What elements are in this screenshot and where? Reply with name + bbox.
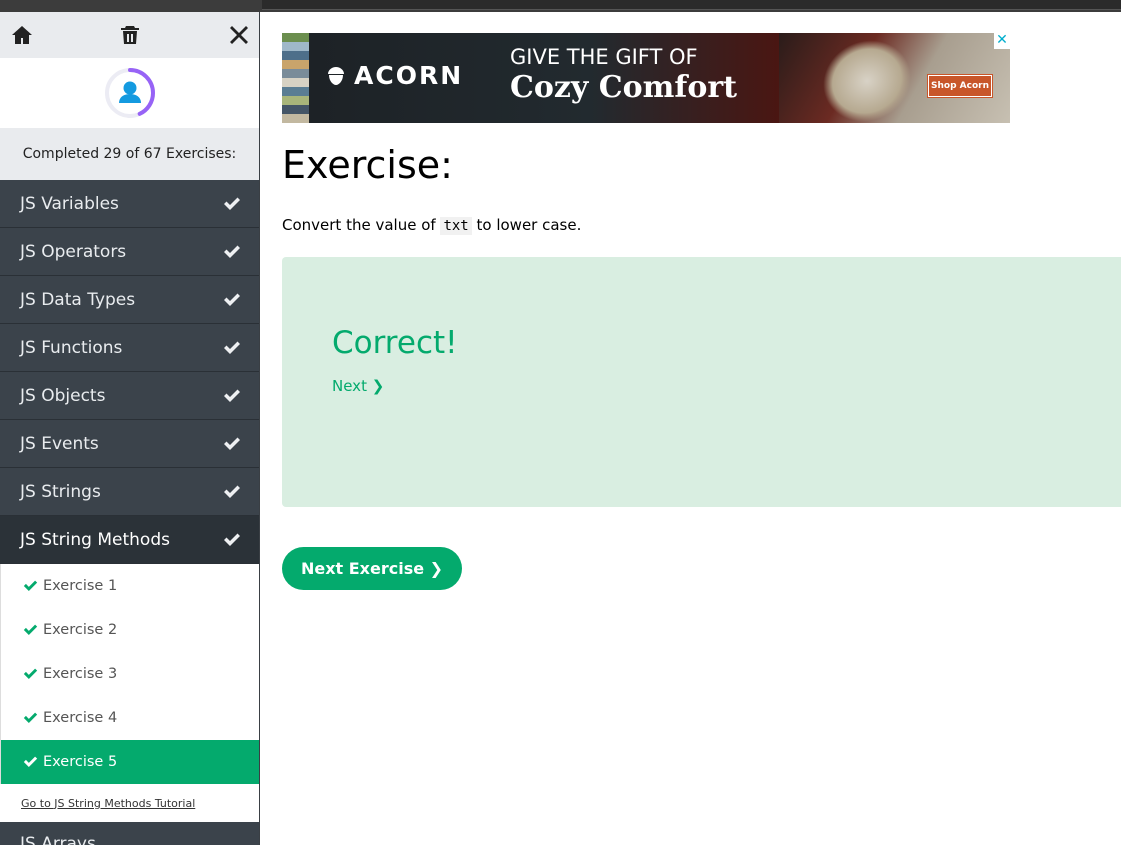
result-panel: Correct! Next ❯ (282, 257, 1121, 507)
topic-label: JS Data Types (20, 289, 136, 310)
topic-js-data-types[interactable]: JS Data Types (0, 276, 259, 324)
close-icon[interactable] (225, 21, 253, 49)
trash-icon[interactable] (116, 21, 144, 49)
topic-js-objects[interactable]: JS Objects (0, 372, 259, 420)
ad-stripes (282, 33, 309, 123)
advertisement-banner[interactable]: ACORN GIVE THE GIFT OF Cozy Comfort Shop… (282, 33, 1010, 123)
topic-js-strings[interactable]: JS Strings (0, 468, 259, 516)
description-suffix: to lower case. (471, 216, 582, 234)
topic-js-operators[interactable]: JS Operators (0, 228, 259, 276)
topic-js-string-methods[interactable]: JS String Methods (0, 516, 259, 564)
ad-headline: GIVE THE GIFT OF (510, 45, 698, 69)
check-icon (23, 667, 38, 681)
topic-js-functions[interactable]: JS Functions (0, 324, 259, 372)
correct-message: Correct! (332, 325, 458, 361)
exercise-label: Exercise 4 (43, 710, 118, 726)
exercise-item-5[interactable]: Exercise 5 (0, 740, 259, 784)
ad-close-icon[interactable]: ✕ (994, 33, 1010, 49)
exercise-item-3[interactable]: Exercise 3 (0, 652, 259, 696)
topic-label: JS Strings (20, 481, 101, 502)
check-icon (223, 292, 241, 308)
check-icon (23, 623, 38, 637)
next-link[interactable]: Next ❯ (332, 377, 384, 395)
check-icon (223, 244, 241, 260)
home-icon[interactable] (8, 21, 36, 49)
avatar (103, 66, 157, 120)
exercise-item-1[interactable]: Exercise 1 (0, 564, 259, 608)
ad-shop-button[interactable]: Shop Acorn (927, 74, 993, 98)
topic-label: JS String Methods (20, 529, 170, 550)
exercise-item-4[interactable]: Exercise 4 (0, 696, 259, 740)
tutorial-link[interactable]: Go to JS String Methods Tutorial (0, 784, 259, 822)
exercise-label: Exercise 5 (43, 754, 118, 770)
exercise-label: Exercise 2 (43, 622, 118, 638)
progress-text: Completed 29 of 67 Exercises: (0, 128, 259, 180)
check-icon (23, 579, 38, 593)
page-title: Exercise: (282, 143, 453, 187)
check-icon (223, 388, 241, 404)
check-icon (223, 484, 241, 500)
ad-logo: ACORN (326, 61, 463, 90)
topic-label: JS Variables (20, 193, 119, 214)
topic-js-events[interactable]: JS Events (0, 420, 259, 468)
check-icon (23, 755, 38, 769)
ad-subheadline: Cozy Comfort (510, 70, 738, 105)
sidebar-toolbar (0, 12, 259, 58)
exercise-label: Exercise 3 (43, 666, 118, 682)
check-icon (223, 532, 241, 548)
exercise-description: Convert the value of txt to lower case. (282, 216, 582, 235)
topic-label: JS Functions (20, 337, 123, 358)
topic-js-arrays[interactable]: JS Arrays (0, 822, 259, 845)
exercise-item-2[interactable]: Exercise 2 (0, 608, 259, 652)
topic-label: JS Events (20, 433, 99, 454)
acorn-icon (328, 66, 344, 85)
check-icon (223, 196, 241, 212)
next-exercise-button[interactable]: Next Exercise ❯ (282, 547, 462, 590)
exercise-label: Exercise 1 (43, 578, 118, 594)
check-icon (223, 436, 241, 452)
description-prefix: Convert the value of (282, 216, 441, 234)
topic-label: JS Operators (20, 241, 127, 262)
check-icon (23, 711, 38, 725)
ad-brand: ACORN (354, 61, 464, 90)
topic-js-variables[interactable]: JS Variables (0, 180, 259, 228)
browser-top-bar (0, 0, 1121, 12)
exercise-sidebar: Completed 29 of 67 Exercises: JS Variabl… (0, 12, 260, 845)
check-icon (223, 340, 241, 356)
code-snippet: txt (440, 217, 472, 235)
avatar-area (0, 58, 259, 128)
topic-label: JS Objects (20, 385, 106, 406)
